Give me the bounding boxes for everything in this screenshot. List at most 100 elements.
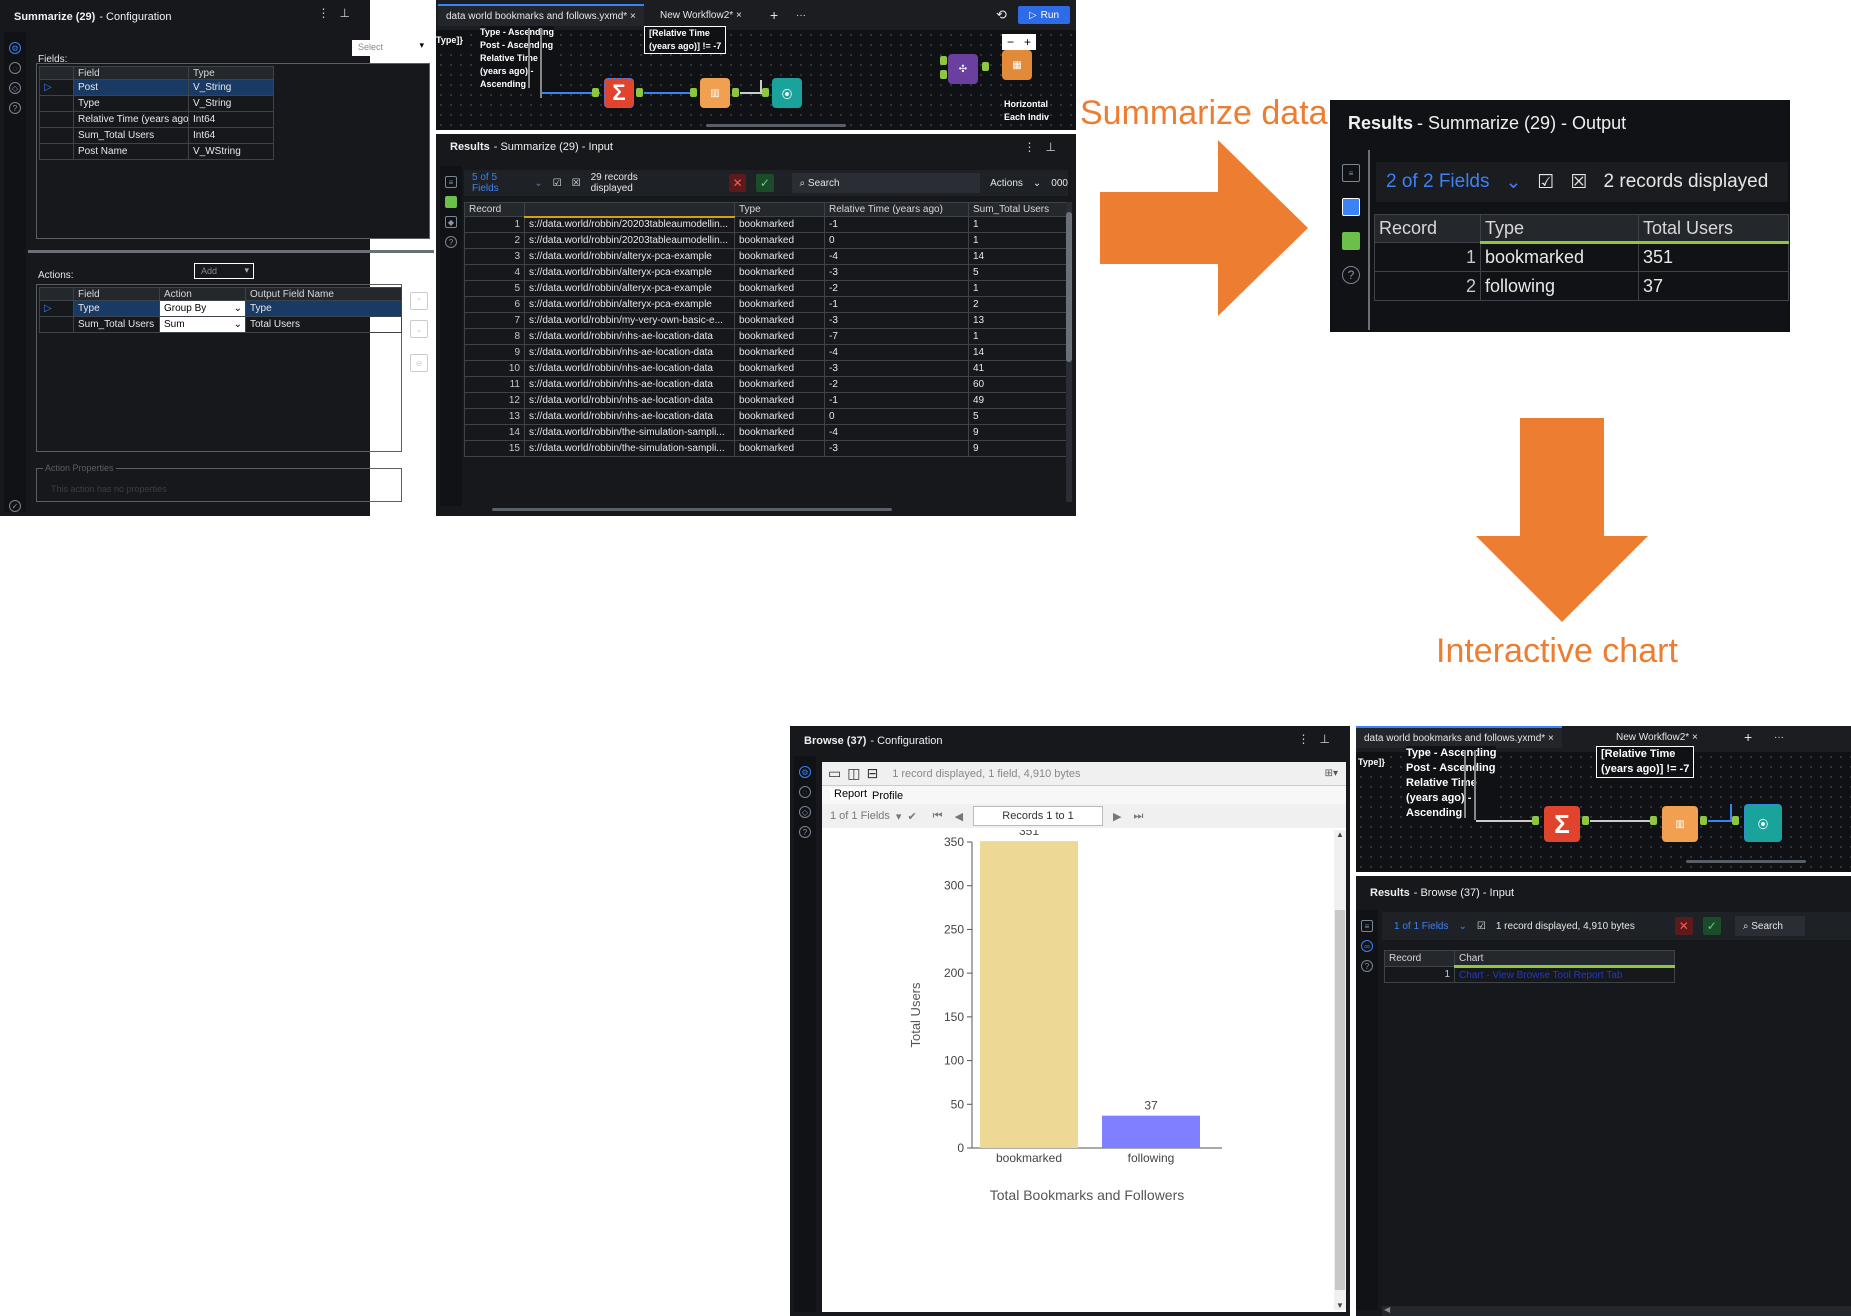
- pin-icon[interactable]: ⊥: [340, 6, 360, 20]
- input-anchor[interactable]: [940, 70, 947, 79]
- search-box[interactable]: ⌕ Search: [791, 173, 981, 193]
- last-page-icon[interactable]: ⏭: [1134, 810, 1144, 823]
- zoom-controls[interactable]: − +: [1002, 34, 1036, 50]
- search-box[interactable]: ⌕ Search: [1734, 916, 1805, 936]
- chart-tool-icon[interactable]: ▥: [1662, 806, 1698, 842]
- browse-tool-icon[interactable]: ⦿: [1744, 804, 1782, 842]
- splitter[interactable]: [28, 250, 434, 253]
- tab-workflow-main[interactable]: data world bookmarks and follows.yxmd* ×: [1356, 726, 1562, 748]
- vertical-scrollbar[interactable]: [1066, 202, 1072, 502]
- close-icon[interactable]: ×: [736, 10, 742, 21]
- annotation-icon[interactable]: ◌: [9, 62, 21, 74]
- data-view-icon[interactable]: ∞: [1361, 940, 1373, 952]
- select-dropdown[interactable]: Select ▾: [352, 40, 428, 56]
- tag-icon[interactable]: [1342, 232, 1360, 250]
- table-row[interactable]: 3 s://data.world/robbin/alteryx-pca-examp…: [464, 248, 1070, 265]
- summarize-tool-icon[interactable]: Σ: [1544, 806, 1580, 842]
- summarize-tool-icon[interactable]: Σ: [604, 78, 634, 108]
- help-icon[interactable]: ?: [1342, 266, 1360, 284]
- next-page-icon[interactable]: ▶: [1113, 810, 1121, 823]
- horizontal-scrollbar[interactable]: ◀: [1382, 1305, 1851, 1316]
- close-icon[interactable]: ×: [1692, 732, 1698, 743]
- apply-icon[interactable]: ✓: [756, 174, 774, 192]
- split-horizontal-icon[interactable]: ◫: [847, 765, 860, 782]
- horizontal-scrollbar[interactable]: [492, 508, 892, 511]
- tab-new-workflow[interactable]: New Workflow2* ×: [652, 4, 750, 26]
- fields-count-dropdown[interactable]: 5 of 5 Fields: [472, 172, 524, 194]
- checkbox-icon[interactable]: ☑: [553, 178, 562, 189]
- table-row[interactable]: 15 s://data.world/robbin/the-simulation-s…: [464, 440, 1070, 457]
- fields-count-dropdown[interactable]: 1 of 1 Fields: [1394, 921, 1448, 932]
- input-anchor[interactable]: [1532, 816, 1539, 825]
- input-anchor[interactable]: [592, 88, 599, 97]
- scroll-left-icon[interactable]: ◀: [1384, 1305, 1390, 1314]
- cancel-icon[interactable]: ✕: [729, 174, 747, 192]
- chart-link-cell[interactable]: Chart - View Browse Tool Report Tab: [1454, 966, 1675, 983]
- list-icon[interactable]: ≡: [1342, 164, 1360, 182]
- output-field-cell[interactable]: Type: [245, 300, 402, 317]
- output-field-cell[interactable]: Total Users: [245, 316, 402, 333]
- layout-tool-icon[interactable]: ▦: [1002, 50, 1032, 80]
- action-select[interactable]: Group By ⌄: [159, 300, 246, 317]
- fields-count-dropdown[interactable]: 2 of 2 Fields: [1386, 171, 1490, 193]
- history-icon[interactable]: ⟲: [988, 4, 1015, 26]
- gear-icon[interactable]: ⚙: [799, 766, 811, 778]
- table-row[interactable]: ▷ Post V_String: [39, 79, 274, 96]
- prev-page-icon[interactable]: ◀: [955, 810, 963, 823]
- more-icon[interactable]: ···: [788, 4, 814, 26]
- single-view-icon[interactable]: ▭: [828, 765, 841, 782]
- tab-report[interactable]: Report: [830, 788, 872, 800]
- join-multiple-tool-icon[interactable]: ✣: [948, 54, 978, 84]
- zoom-out-icon[interactable]: −: [1007, 35, 1014, 49]
- horizontal-scrollbar[interactable]: [706, 124, 846, 127]
- horizontal-scrollbar[interactable]: [1686, 860, 1806, 863]
- apply-icon[interactable]: ✓: [1702, 917, 1721, 935]
- action-select[interactable]: Sum ⌄: [159, 316, 246, 333]
- add-tab-icon[interactable]: +: [1736, 726, 1760, 748]
- check-icon[interactable]: ✔: [907, 810, 916, 823]
- clear-icon[interactable]: ☒: [1570, 171, 1587, 194]
- table-row[interactable]: 1 Chart - View Browse Tool Report Tab: [1384, 966, 1675, 983]
- clear-icon[interactable]: ☒: [572, 178, 581, 189]
- table-row[interactable]: 1 s://data.world/robbin/20203tableaumodel…: [464, 216, 1070, 233]
- output-anchor[interactable]: [982, 62, 989, 71]
- close-icon[interactable]: ×: [1548, 733, 1554, 744]
- tag-icon[interactable]: ◇: [799, 806, 811, 818]
- split-vertical-icon[interactable]: ⊟: [866, 765, 878, 782]
- more-icon[interactable]: ⋮: [1298, 732, 1320, 746]
- vertical-scrollbar[interactable]: ▲ ▼: [1334, 830, 1346, 1310]
- input-anchor[interactable]: [1650, 816, 1657, 825]
- table-row[interactable]: 10 s://data.world/robbin/nhs-ae-location-…: [464, 360, 1070, 377]
- output-anchor[interactable]: [732, 88, 739, 97]
- table-row[interactable]: Relative Time (years ago) Int64: [39, 111, 274, 128]
- table-row[interactable]: 4 s://data.world/robbin/alteryx-pca-examp…: [464, 264, 1070, 281]
- help-icon[interactable]: ?: [799, 826, 811, 838]
- cancel-icon[interactable]: ✕: [1674, 917, 1693, 935]
- table-row[interactable]: 2 following 37: [1374, 271, 1789, 301]
- add-tab-icon[interactable]: +: [762, 4, 786, 26]
- table-row[interactable]: 5 s://data.world/robbin/alteryx-pca-examp…: [464, 280, 1070, 297]
- tag-icon[interactable]: ◇: [9, 82, 21, 94]
- run-button[interactable]: ▷ Run: [1018, 6, 1070, 24]
- data-view-icon[interactable]: [1342, 198, 1360, 216]
- close-icon[interactable]: ×: [630, 11, 636, 22]
- table-row[interactable]: 12 s://data.world/robbin/nhs-ae-location-…: [464, 392, 1070, 409]
- list-icon[interactable]: ≡: [1361, 920, 1373, 932]
- tab-workflow-main[interactable]: data world bookmarks and follows.yxmd* ×: [438, 4, 644, 26]
- table-row[interactable]: Post Name V_WString: [39, 143, 274, 160]
- browse-tool-icon[interactable]: ⦿: [772, 78, 802, 108]
- tab-profile[interactable]: Profile: [872, 790, 903, 802]
- table-row[interactable]: 14 s://data.world/robbin/the-simulation-s…: [464, 424, 1070, 441]
- table-row[interactable]: 9 s://data.world/robbin/nhs-ae-location-d…: [464, 344, 1070, 361]
- tab-new-workflow[interactable]: New Workflow2* ×: [1608, 726, 1706, 748]
- annotation-icon[interactable]: ◌: [799, 786, 811, 798]
- scroll-down-icon[interactable]: ▼: [1336, 1301, 1344, 1310]
- output-anchor[interactable]: [1700, 816, 1707, 825]
- output-anchor[interactable]: [636, 88, 643, 97]
- gear-icon[interactable]: ⚙: [9, 42, 21, 54]
- list-icon[interactable]: ≡: [445, 176, 457, 188]
- add-dropdown[interactable]: Add ▾: [194, 263, 254, 279]
- table-row[interactable]: 8 s://data.world/robbin/nhs-ae-location-d…: [464, 328, 1070, 345]
- table-row[interactable]: ▷ Type Group By ⌄ Type: [39, 300, 402, 317]
- digits-icon[interactable]: 000: [1051, 178, 1068, 189]
